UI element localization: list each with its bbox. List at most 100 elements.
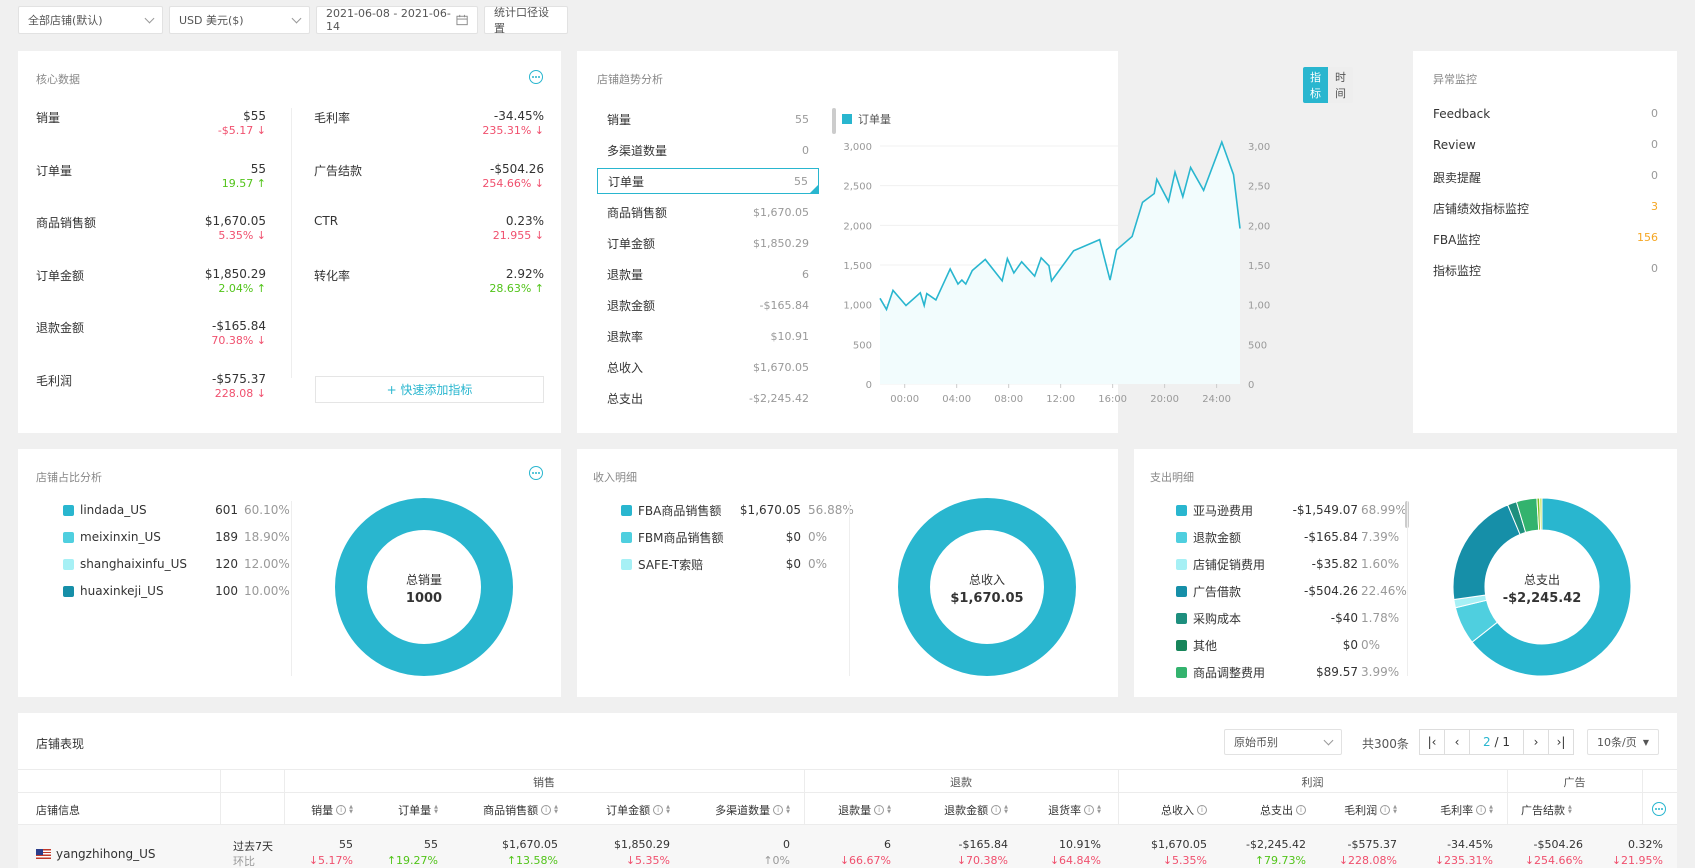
sort-icon[interactable]: ▲ ▼	[1004, 805, 1008, 815]
legend-percent: 1.60%	[1361, 557, 1400, 571]
column-header-label: 商品销售额	[483, 804, 539, 817]
column-header[interactable]: 毛利率 i ▲ ▼	[1440, 802, 1493, 818]
legend-item: lindada_US 601 60.10%	[63, 502, 303, 518]
income-detail-card: 收入明细 FBA商品销售额 $1,670.05 56.88% FBM商品销售额 $0 0%…	[577, 449, 1118, 697]
sort-icon[interactable]: ▲ ▼	[1489, 805, 1493, 815]
legend-item: 店铺促销费用 -$35.82 1.60%	[1176, 556, 1426, 572]
stat-settings-button[interactable]: 统计口径设置	[484, 6, 568, 35]
metric-item: 毛利润 -$575.37 228.08 ↓	[36, 372, 266, 412]
sort-icon[interactable]: ▲ ▼	[554, 805, 558, 815]
trend-metric-item[interactable]: 订单金额 $1,850.29	[597, 230, 819, 256]
metric-item: 退款金额 -$165.84 70.38% ↓	[36, 319, 266, 359]
trend-metric-item[interactable]: 退款金额 -$165.84	[597, 292, 819, 318]
metric-label: 退款金额	[36, 321, 85, 335]
column-header[interactable]: 销量 i ▲ ▼	[311, 802, 353, 818]
prev-page-button[interactable]: ‹	[1444, 729, 1470, 755]
legend-value: -$504.26	[1304, 584, 1358, 598]
monitor-item[interactable]: 店铺绩效指标监控 3	[1433, 200, 1658, 217]
next-page-button[interactable]: ›	[1523, 729, 1549, 755]
trend-metric-label: 商品销售额	[607, 205, 668, 220]
list-scrollbar[interactable]	[832, 108, 836, 134]
store-select[interactable]: 全部店铺(默认)	[18, 6, 163, 34]
info-icon[interactable]: i	[991, 805, 1002, 815]
trend-metric-item[interactable]: 总支出 -$2,245.42	[597, 385, 819, 411]
sort-icon[interactable]: ▲ ▼	[349, 805, 353, 815]
original-currency-select[interactable]: 原始币别	[1224, 729, 1342, 755]
last-page-button[interactable]: ›|	[1548, 729, 1574, 755]
sort-icon[interactable]: ▲ ▼	[1393, 805, 1397, 815]
trend-metric-item[interactable]: 总收入 $1,670.05	[597, 354, 819, 380]
trend-metric-item[interactable]: 订单量 55	[597, 168, 819, 194]
sort-icon[interactable]: ▲ ▼	[434, 805, 438, 815]
anomaly-monitor-card: 异常监控 Feedback 0 Review 0 跟卖提醒 0 店铺绩效指标监控 3 FBA监控…	[1413, 51, 1677, 433]
monitor-item[interactable]: Feedback 0	[1433, 107, 1658, 121]
table-cell-value: $1,850.29	[614, 838, 670, 851]
info-icon[interactable]: i	[1197, 805, 1207, 815]
trend-metric-value: 6	[802, 267, 809, 281]
sort-icon[interactable]: ▲ ▼	[1568, 805, 1572, 815]
legend-swatch	[1176, 585, 1187, 597]
info-icon[interactable]: i	[1084, 805, 1095, 815]
column-header-label: 退货率	[1048, 804, 1082, 817]
info-icon[interactable]: i	[773, 805, 784, 815]
column-header[interactable]: 毛利润 i ▲ ▼	[1344, 802, 1397, 818]
monitor-item[interactable]: Review 0	[1433, 138, 1658, 152]
sort-icon[interactable]: ▲ ▼	[666, 805, 670, 815]
metric-value: $1,670.05	[204, 214, 266, 228]
sort-icon[interactable]: ▲ ▼	[1097, 805, 1101, 815]
trend-metric-value: $1,670.05	[753, 205, 809, 219]
trend-metric-value: $10.91	[770, 329, 810, 343]
page-size-select[interactable]: 10条/页 ▼	[1587, 729, 1659, 755]
info-icon[interactable]: i	[874, 805, 885, 815]
column-header[interactable]: 总支出 i	[1260, 802, 1306, 818]
donut-center-label: 总销量	[406, 573, 442, 587]
info-icon[interactable]: i	[653, 805, 664, 815]
monitor-item[interactable]: 指标监控 0	[1433, 262, 1658, 279]
legend-label: huaxinkeji_US	[80, 584, 164, 598]
column-settings-icon[interactable]	[1652, 802, 1666, 816]
column-header[interactable]: 总收入 i	[1161, 802, 1207, 818]
trend-metric-item[interactable]: 退款率 $10.91	[597, 323, 819, 349]
trend-metric-item[interactable]: 多渠道数量 0	[597, 137, 819, 163]
column-header[interactable]: 广告结款 ▲ ▼	[1521, 802, 1572, 818]
store-cell[interactable]: yangzhihong_US	[36, 847, 156, 861]
column-header[interactable]: 退款金额 i ▲ ▼	[944, 802, 1008, 818]
legend-item: SAFE-T索赔 $0 0%	[621, 556, 871, 572]
column-header[interactable]: 商品销售额 i ▲ ▼	[483, 802, 558, 818]
toggle-time[interactable]: 时间	[1328, 67, 1353, 103]
trend-metric-item[interactable]: 商品销售额 $1,670.05	[597, 199, 819, 225]
info-icon[interactable]: i	[1296, 805, 1306, 815]
info-icon[interactable]: i	[1380, 805, 1391, 815]
add-metric-button[interactable]: + 快速添加指标	[315, 376, 544, 403]
y-tick-label-right: 2,000	[1248, 221, 1270, 232]
column-header[interactable]: 订单量 ▲ ▼	[398, 802, 438, 818]
column-header[interactable]: 订单金额 i ▲ ▼	[606, 802, 670, 818]
column-header[interactable]: 多渠道数量 i ▲ ▼	[715, 802, 790, 818]
date-range-picker[interactable]: 2021-06-08 - 2021-06-14	[316, 6, 478, 34]
column-header[interactable]: 店铺信息	[36, 802, 80, 818]
metric-value: 0.23%	[505, 214, 544, 228]
info-icon[interactable]: i	[541, 805, 552, 815]
sort-icon[interactable]: ▲ ▼	[887, 805, 891, 815]
info-icon[interactable]: i	[336, 805, 347, 815]
more-options-icon[interactable]	[529, 70, 543, 84]
more-options-icon[interactable]	[529, 466, 543, 480]
table-cell-change: ↓235.31%	[1434, 854, 1493, 867]
table-border	[18, 792, 1677, 793]
toggle-metric[interactable]: 指标	[1303, 67, 1328, 103]
sort-icon[interactable]: ▲ ▼	[786, 805, 790, 815]
monitor-item[interactable]: FBA监控 156	[1433, 231, 1658, 248]
legend-value: 601	[215, 503, 238, 517]
legend-percent: 12.00%	[244, 557, 290, 571]
page-indicator[interactable]: 2 / 1	[1469, 729, 1524, 755]
first-page-button[interactable]: |‹	[1419, 729, 1445, 755]
column-header[interactable]: 退货率 i ▲ ▼	[1048, 802, 1101, 818]
table-cell-value: $1,670.05	[1151, 838, 1207, 851]
currency-select[interactable]: USD 美元($)	[169, 6, 310, 34]
trend-metric-item[interactable]: 退款量 6	[597, 261, 819, 287]
trend-metric-item[interactable]: 销量 55	[597, 106, 819, 132]
column-header[interactable]: 退款量 i ▲ ▼	[838, 802, 891, 818]
monitor-item[interactable]: 跟卖提醒 0	[1433, 169, 1658, 186]
y-tick-label: 0	[866, 380, 872, 391]
info-icon[interactable]: i	[1476, 805, 1487, 815]
